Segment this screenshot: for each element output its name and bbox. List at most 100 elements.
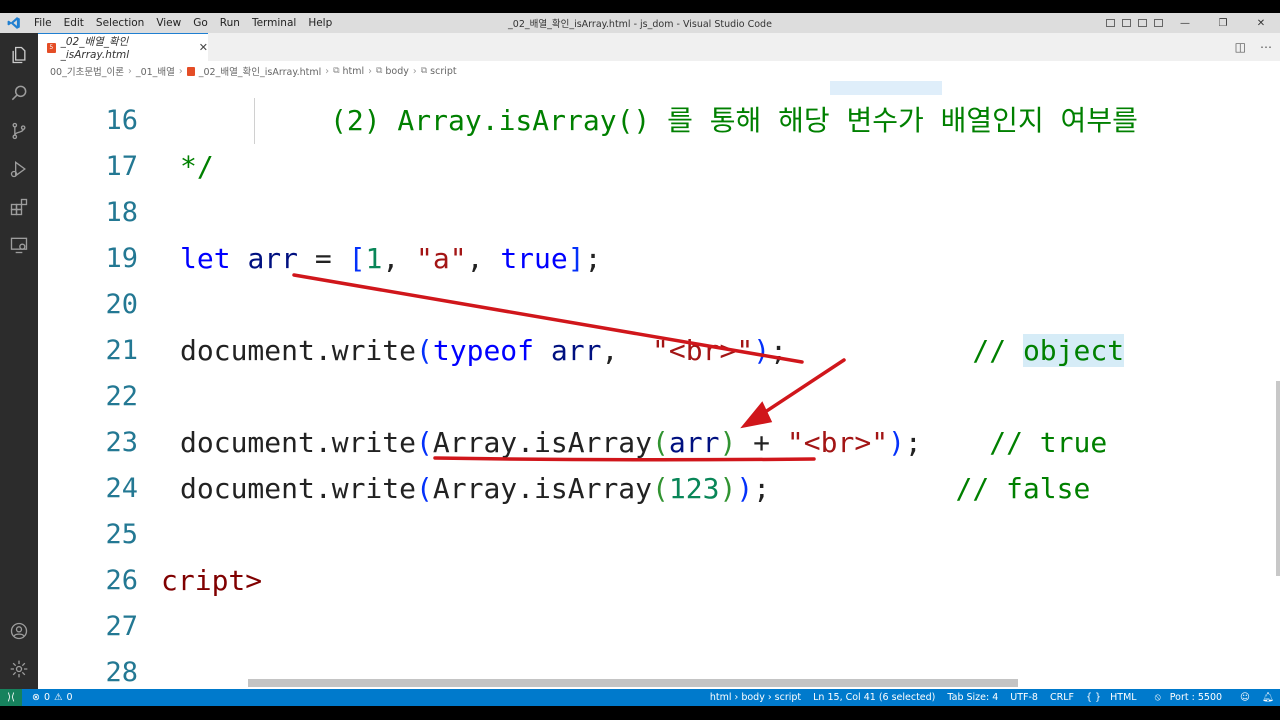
gear-icon[interactable] [7,657,31,681]
more-actions-icon[interactable]: ⋯ [1260,40,1272,54]
language-mode[interactable]: { } HTML [1080,692,1149,703]
menu-selection[interactable]: Selection [90,17,150,29]
code-token: ] [567,242,585,275]
menu-go[interactable]: Go [187,17,214,29]
code-line[interactable]: 16 (2) Array.isArray() 를 통해 해당 변수가 배열인지 여… [38,98,1280,144]
vertical-scrollbar[interactable] [1276,381,1280,576]
code-token: arr [247,242,299,275]
code-token: , [382,242,417,275]
toggle-panel-icon[interactable] [1118,13,1134,33]
explorer-icon[interactable] [7,43,31,67]
search-icon[interactable] [7,81,31,105]
code-text: document.write(Array.isArray(arr) + "<br… [180,420,1107,466]
menu-terminal[interactable]: Terminal [246,17,302,29]
activity-bar [0,33,38,689]
code-token: + [736,426,787,459]
code-token: [ [348,242,366,275]
code-token: ; [770,334,787,367]
tab-isarray-html[interactable]: 5 _02_배열_확인_isArray.html ✕ [38,33,208,61]
code-token: ( [652,426,669,459]
breadcrumb-item[interactable]: body [385,66,409,77]
port-label: Port : 5500 [1169,692,1223,703]
breadcrumb: 00_기초문법_이론 › _01_배열 › _02_배열_확인_isArray.… [38,61,1280,81]
toggle-secondary-sidebar-icon[interactable] [1134,13,1150,33]
remote-icon[interactable]: ⟩⟨ [0,689,22,706]
status-bar: ⟩⟨ ⊗ 0 ⚠ 0 html › body › script Ln 15, C… [0,689,1280,706]
menu-run[interactable]: Run [214,17,246,29]
chevron-right-icon: › [325,65,330,77]
code-line[interactable]: 18 [38,190,1280,236]
breadcrumb-item[interactable]: html [343,66,365,77]
code-line[interactable]: 24 document.write(Array.isArray(123)); //… [38,466,1280,512]
line-number: 26 [105,565,138,596]
account-icon[interactable] [7,619,31,643]
code-line[interactable]: 27 [38,604,1280,650]
menu-view[interactable]: View [150,17,187,29]
encoding[interactable]: UTF-8 [1004,692,1044,703]
code-line[interactable]: 20 [38,282,1280,328]
code-token: ) [719,426,737,459]
chevron-right-icon: › [368,65,372,77]
run-debug-icon[interactable] [7,157,31,181]
menu-file[interactable]: File [28,17,58,29]
restore-button[interactable]: ❐ [1204,13,1242,33]
tab-label: _02_배열_확인_isArray.html [60,36,130,61]
split-editor-icon[interactable]: ◫ [1235,40,1246,54]
breadcrumb-item[interactable]: _01_배열 [136,64,175,78]
extensions-icon[interactable] [7,195,31,219]
code-token: ( [652,472,669,505]
problems-indicator[interactable]: ⊗ 0 ⚠ 0 [32,692,73,703]
code-line[interactable]: 17 */ [38,144,1280,190]
chevron-right-icon: › [178,65,183,77]
code-line[interactable]: 22 [38,374,1280,420]
customize-layout-icon[interactable] [1150,13,1166,33]
code-token: "<br>" [652,334,754,367]
code-token: ; [584,242,602,275]
bell-icon[interactable]: 🔔︎ [1256,692,1280,703]
close-icon[interactable]: ✕ [199,41,208,54]
close-button[interactable]: ✕ [1242,13,1280,33]
code-token: // [786,334,1023,367]
horizontal-scrollbar[interactable] [248,679,1018,687]
live-server-port[interactable]: ⦸ Port : 5500 [1149,692,1234,703]
toggle-sidebar-icon[interactable] [1102,13,1118,33]
warning-count: 0 [66,692,73,703]
code-token: , [466,242,501,275]
menu-help[interactable]: Help [302,17,338,29]
language-label: HTML [1110,692,1137,703]
tab-size[interactable]: Tab Size: 4 [941,692,1004,703]
code-token: ( [416,426,433,459]
code-token: document.write [180,334,417,367]
breadcrumb-item[interactable]: _02_배열_확인_isArray.html [199,64,322,78]
code-line[interactable]: 21 document.write(typeof arr, "<br>"); //… [38,328,1280,374]
status-path[interactable]: html › body › script [704,692,807,703]
editor-actions: ◫ ⋯ [1235,33,1272,61]
end-of-line[interactable]: CRLF [1044,692,1080,703]
minimize-button[interactable]: — [1166,13,1204,33]
chevron-right-icon: › [128,65,132,77]
code-token: // true [921,426,1108,459]
remote-explorer-icon[interactable] [7,233,31,257]
element-symbol-icon: ⧉ [420,66,428,76]
code-token: 123 [668,472,720,505]
window-controls: — ❐ ✕ [1102,13,1280,33]
code-line[interactable]: 26 cript> [38,558,1280,604]
breadcrumb-item[interactable]: 00_기초문법_이론 [50,64,124,78]
code-line[interactable]: 25 [38,512,1280,558]
feedback-icon[interactable]: ☺ [1234,692,1256,703]
code-token: ( [416,472,433,505]
cursor-position[interactable]: Ln 15, Col 41 (6 selected) [807,692,941,703]
code-editor[interactable]: 28 27 26 cript> 25 24 document.write(Array.isA… [38,81,1280,689]
code-token: ( [416,334,433,367]
breadcrumb-item[interactable]: script [430,66,456,77]
line-number: 18 [105,197,138,228]
code-line[interactable]: 23 document.write(Array.isArray(arr) + "<… [38,420,1280,466]
menu-edit[interactable]: Edit [58,17,90,29]
code-token: , [601,334,653,367]
element-symbol-icon: ⧉ [333,66,340,76]
code-token: Array.isArray [432,472,653,505]
source-control-icon[interactable] [7,119,31,143]
code-line[interactable]: 19 let arr = [1, "a", true]; [38,236,1280,282]
